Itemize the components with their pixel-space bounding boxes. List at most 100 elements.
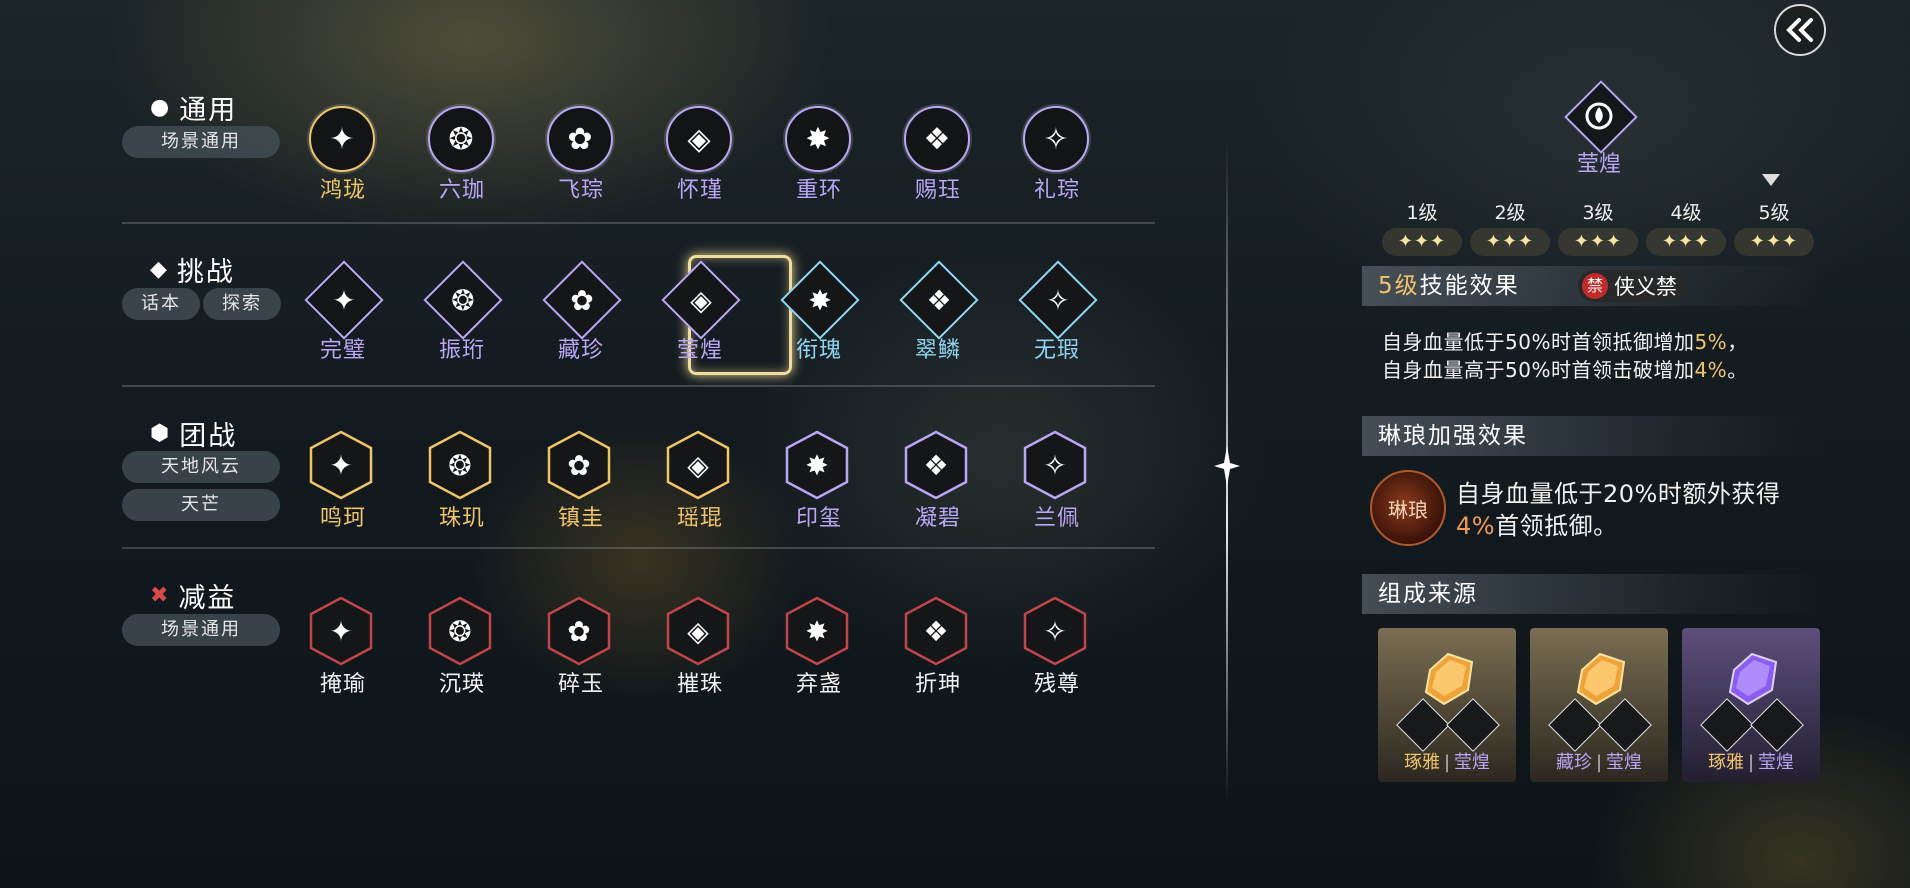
source-left: 琢雅	[1403, 752, 1440, 773]
divider-star-icon	[1214, 446, 1240, 486]
skill-icon: ❖	[899, 260, 979, 340]
skill-label: 凝碧	[914, 506, 961, 531]
skill-0-6[interactable]: ✧ 礼琮	[1009, 106, 1105, 206]
svg-text:✿: ✿	[567, 449, 590, 482]
skill-1-5[interactable]: ❖ 翠鳞	[890, 260, 986, 363]
source-sep: |	[1595, 752, 1603, 773]
tag-tianmang[interactable]: 天芒	[122, 489, 280, 521]
skill-3-6[interactable]: ✧ 残尊	[1009, 596, 1105, 697]
restriction-badge[interactable]: 禁 侠义禁	[1578, 270, 1687, 302]
category-label: 挑战	[176, 257, 235, 288]
source-left: 藏珍	[1555, 752, 1592, 773]
circle-icon: ●	[150, 95, 172, 120]
skill-icon: ❂	[428, 596, 492, 666]
skill-icon: ✿	[547, 596, 611, 666]
tag-scene-general[interactable]: 场景通用	[122, 126, 280, 158]
source-sep: |	[1747, 752, 1755, 773]
skill-3-0[interactable]: ✦ 掩瑜	[295, 596, 391, 697]
source-card-1[interactable]: 琢雅 | 莹煌	[1378, 628, 1516, 782]
level-stars[interactable]: ✦✦✦	[1734, 228, 1814, 256]
effect-line-2: 自身血量高于50%时首领击破增加4%。	[1382, 354, 1748, 383]
skill-1-6[interactable]: ✧ 无瑕	[1009, 260, 1105, 363]
skill-1-0[interactable]: ✦ 完璧	[295, 260, 391, 363]
skill-label: 六珈	[438, 178, 485, 203]
skill-0-5[interactable]: ❖ 赐珏	[890, 106, 986, 206]
svg-text:✧: ✧	[1043, 615, 1066, 648]
skill-2-5[interactable]: ❖ 凝碧	[890, 430, 986, 531]
skill-0-0[interactable]: ✦ 鸿珑	[295, 106, 391, 206]
skill-icon: ❖	[904, 430, 968, 500]
skill-label: 碎玉	[557, 672, 604, 697]
current-level-marker	[1762, 174, 1780, 186]
skill-2-6[interactable]: ✧ 兰佩	[1009, 430, 1105, 531]
skill-icon: ✧	[1018, 260, 1098, 340]
source-left: 琢雅	[1707, 752, 1744, 773]
skill-1-1[interactable]: ❂ 振珩	[414, 260, 510, 363]
svg-text:✿: ✿	[567, 615, 590, 648]
skill-2-4[interactable]: ✸ 印玺	[771, 430, 867, 531]
source-card-3[interactable]: 琢雅 | 莹煌	[1682, 628, 1820, 782]
skill-icon: ✦	[309, 430, 373, 500]
category-title-teamfight: ⬢ 团战	[150, 414, 237, 453]
svg-text:❂: ❂	[448, 449, 471, 482]
divider	[122, 547, 1155, 549]
skill-0-3[interactable]: ◈ 怀瑾	[652, 106, 748, 206]
skill-1-2[interactable]: ✿ 藏珍	[533, 260, 629, 363]
level-stars[interactable]: ✦✦✦	[1558, 228, 1638, 256]
divider	[122, 222, 1155, 224]
skill-icon: ◈	[666, 596, 730, 666]
category-label: 团战	[179, 421, 238, 452]
skill-0-2[interactable]: ✿ 飞琮	[533, 106, 629, 206]
forbidden-icon: 禁	[1582, 273, 1608, 299]
skill-label: 飞琮	[557, 178, 604, 203]
skill-label: 礼琮	[1033, 178, 1080, 203]
source-label: 藏珍 | 莹煌	[1530, 748, 1668, 774]
skill-0-1[interactable]: ❂ 六珈	[414, 106, 510, 206]
level-stars[interactable]: ✦✦✦	[1646, 228, 1726, 256]
skill-3-5[interactable]: ❖ 折珅	[890, 596, 986, 697]
skill-label: 折珅	[914, 672, 961, 697]
effect-punct: ，	[1727, 330, 1748, 354]
tag-world-events[interactable]: 天地风云	[122, 451, 280, 483]
skill-label: 怀瑾	[676, 178, 723, 203]
skill-2-0[interactable]: ✦ 鸣珂	[295, 430, 391, 531]
level-stars[interactable]: ✦✦✦	[1382, 228, 1462, 256]
selected-skill-name: 莹煌	[1576, 152, 1621, 177]
skill-1-3[interactable]: ◈ 莹煌	[652, 260, 748, 363]
category-title-debuff: ✖ 减益	[150, 576, 236, 615]
boost-header: 琳琅加强效果	[1362, 416, 1824, 456]
skill-icon: ✦	[309, 596, 373, 666]
back-arrow-icon	[1786, 18, 1813, 42]
tag-scene-general[interactable]: 场景通用	[122, 614, 280, 646]
skill-label: 珠玑	[438, 506, 485, 531]
skill-3-1[interactable]: ❂ 沉瑛	[414, 596, 510, 697]
skill-label: 重环	[795, 178, 842, 203]
source-card-2[interactable]: 藏珍 | 莹煌	[1530, 628, 1668, 782]
skill-2-3[interactable]: ◈ 瑶琨	[652, 430, 748, 531]
selected-skill-icon	[1562, 78, 1638, 154]
skill-3-4[interactable]: ✸ 弃盏	[771, 596, 867, 697]
skill-3-2[interactable]: ✿ 碎玉	[533, 596, 629, 697]
skill-2-2[interactable]: ✿ 镇圭	[533, 430, 629, 531]
skill-label: 鸣珂	[319, 506, 366, 531]
level-stars[interactable]: ✦✦✦	[1470, 228, 1550, 256]
skill-2-1[interactable]: ❂ 珠玑	[414, 430, 510, 531]
source-right: 莹煌	[1454, 752, 1491, 773]
back-button[interactable]	[1774, 4, 1826, 56]
level-label: 5级	[1758, 202, 1790, 224]
skill-3-3[interactable]: ◈ 摧珠	[652, 596, 748, 697]
boost-line-1: 自身血量低于20%时额外获得	[1456, 480, 1781, 508]
skill-label: 衔瑰	[795, 338, 842, 363]
tag-explore[interactable]: 探索	[203, 288, 281, 320]
skill-icon: ✧	[1023, 596, 1087, 666]
skill-label: 残尊	[1033, 672, 1080, 697]
svg-text:❖: ❖	[923, 615, 948, 648]
restriction-label: 侠义禁	[1614, 275, 1677, 299]
svg-text:◈: ◈	[687, 615, 709, 648]
skill-0-4[interactable]: ✸ 重环	[771, 106, 867, 206]
skill-icon: ✿	[547, 430, 611, 500]
tag-story[interactable]: 话本	[122, 288, 200, 320]
category-title-challenge: ◆ 挑战	[150, 250, 235, 289]
source-sep: |	[1443, 752, 1451, 773]
skill-1-4[interactable]: ✸ 衔瑰	[771, 260, 867, 363]
